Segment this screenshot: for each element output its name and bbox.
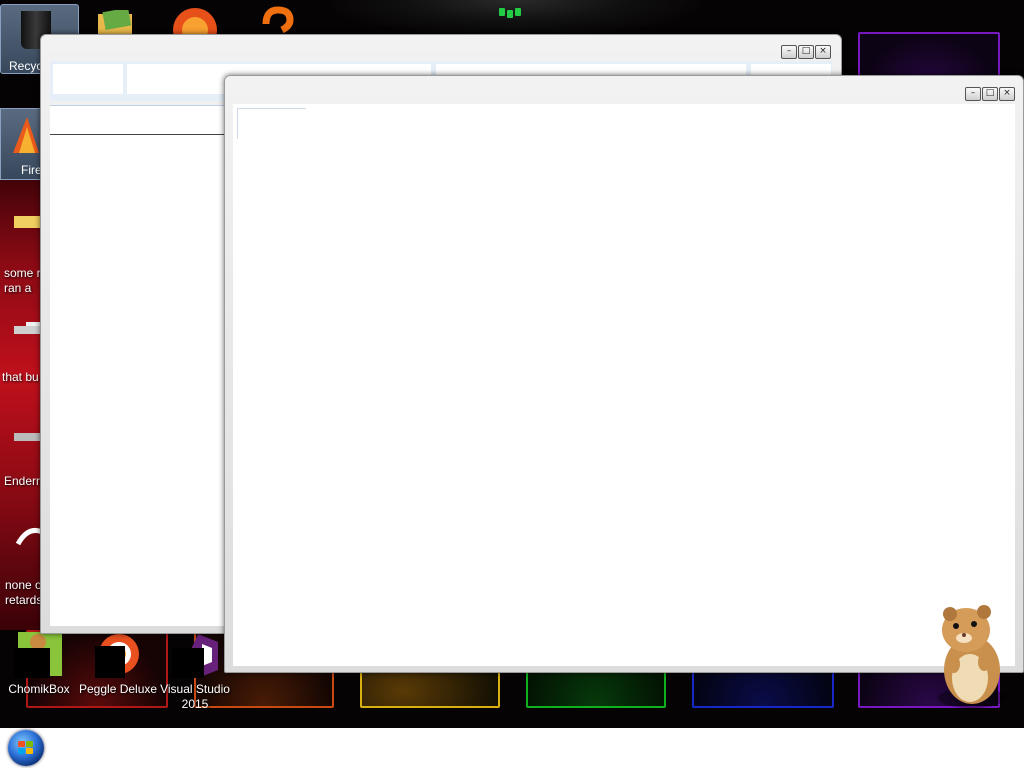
hamster-mascot-icon[interactable] xyxy=(920,600,1020,712)
firefox-desktop-icon[interactable]: Fire xyxy=(0,108,43,180)
firefox-label: Fire xyxy=(21,163,42,177)
chomikbox-icon xyxy=(14,632,62,678)
desktop-icon-label: none o retards xyxy=(5,578,43,607)
front-window-controls: – □ × xyxy=(965,87,1015,101)
desktop-glow xyxy=(330,0,700,36)
front-window[interactable]: – □ × xyxy=(224,75,1024,673)
close-button[interactable]: × xyxy=(999,87,1015,101)
app-icon[interactable] xyxy=(14,526,43,546)
green-led-icon xyxy=(497,8,527,18)
visual-studio-icon xyxy=(168,632,220,678)
peggle-icon xyxy=(91,632,141,678)
desktop-icon-label: some r ran a xyxy=(4,266,41,295)
visual-studio-label: Visual Studio 2015 xyxy=(160,682,230,711)
recycle-bin-label: Recyc xyxy=(9,59,43,73)
desktop-icon-peggle[interactable]: Peggle Deluxe xyxy=(79,632,158,697)
help-icon[interactable] xyxy=(258,6,298,36)
toolbar-box-1[interactable] xyxy=(53,64,123,94)
folder-icon[interactable] xyxy=(14,214,42,228)
wallpaper-red-strip xyxy=(0,170,42,630)
drive-icon[interactable] xyxy=(14,428,42,441)
chomikbox-label: ChomikBox xyxy=(8,682,70,696)
taskbar xyxy=(0,728,1024,768)
front-window-content[interactable] xyxy=(233,104,1015,666)
firefox-icon[interactable] xyxy=(172,6,218,52)
peggle-label: Peggle Deluxe xyxy=(79,682,158,696)
back-window-controls: – □ × xyxy=(781,45,831,59)
close-button[interactable]: × xyxy=(815,45,831,59)
desktop-icon-some[interactable]: some r ran a xyxy=(0,266,42,296)
text-cursor-box[interactable] xyxy=(237,108,306,139)
minimize-button[interactable]: – xyxy=(965,87,981,101)
desktop-icon-enderman[interactable]: Enderm xyxy=(0,474,47,489)
desktop-icon-label: Enderm xyxy=(4,474,47,488)
maximize-button[interactable]: □ xyxy=(982,87,998,101)
folder-icon[interactable] xyxy=(96,7,136,36)
desktop-icon-that[interactable]: that bu xyxy=(0,370,42,385)
maximize-button[interactable]: □ xyxy=(798,45,814,59)
minimize-button[interactable]: – xyxy=(781,45,797,59)
desktop-icon-label: that bu xyxy=(2,370,39,384)
desktop-icon-chomikbox[interactable]: ChomikBox xyxy=(2,632,76,697)
drive-icon[interactable] xyxy=(14,322,42,336)
desktop-icon-visual-studio[interactable]: Visual Studio 2015 xyxy=(158,632,232,712)
start-orb-icon[interactable] xyxy=(8,730,44,766)
desktop-icon-none[interactable]: none o retards xyxy=(0,578,42,608)
content-divider xyxy=(50,134,230,135)
